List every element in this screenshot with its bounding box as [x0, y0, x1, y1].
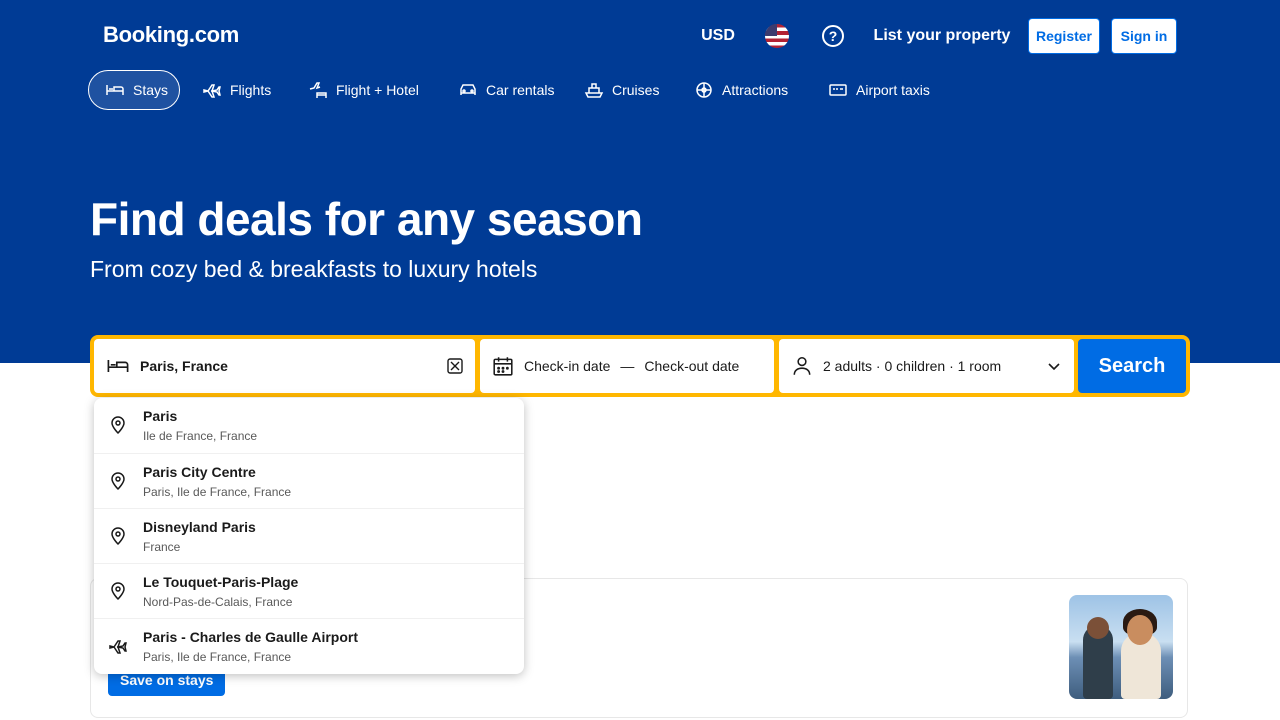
autocomplete-name: Paris City Centre — [143, 464, 256, 480]
nav-cruises[interactable]: Cruises — [568, 70, 672, 110]
register-button[interactable]: Register — [1028, 18, 1100, 54]
autocomplete-name: Disneyland Paris — [143, 519, 256, 535]
list-property-button[interactable]: List your property — [867, 12, 1017, 60]
offer-image — [1069, 595, 1173, 699]
autocomplete-region: France — [143, 540, 181, 554]
autocomplete-name: Le Touquet-Paris-Plage — [143, 574, 299, 590]
autocomplete-item[interactable]: Paris Ile de France, France — [94, 398, 524, 453]
search-bar: Paris, France Check-in date — Check-out … — [90, 335, 1190, 397]
taxi-icon — [829, 84, 847, 96]
attractions-icon — [696, 82, 712, 98]
nav-stays-label: Stays — [133, 82, 169, 98]
top-bar: Booking.com USD ? List your property Reg… — [0, 0, 1280, 72]
plane-bed-icon — [309, 82, 327, 98]
destination-field[interactable]: Paris, France — [94, 339, 475, 393]
autocomplete-region: Nord-Pas-de-Calais, France — [143, 595, 293, 609]
autocomplete-item[interactable]: Le Touquet-Paris-Plage Nord-Pas-de-Calai… — [94, 563, 524, 618]
nav-flight-hotel[interactable]: Flight + Hotel — [292, 70, 436, 110]
product-nav: Stays Flights Flight + Hotel Car rentals… — [0, 68, 1280, 112]
location-pin-icon — [104, 411, 132, 439]
bed-icon — [107, 360, 129, 372]
autocomplete-region: Paris, Ile de France, France — [143, 485, 292, 499]
autocomplete-name: Paris - Charles de Gaulle Airport — [143, 629, 358, 645]
dates-field[interactable]: Check-in date — Check-out date — [480, 339, 774, 393]
autocomplete-dropdown: Paris Ile de France, France Paris City C… — [94, 398, 524, 674]
nav-flights-label: Flights — [230, 82, 272, 98]
question-circle-icon: ? — [822, 25, 844, 47]
location-pin-icon — [104, 467, 132, 495]
nav-flight-hotel-label: Flight + Hotel — [336, 82, 419, 98]
bed-icon — [106, 85, 124, 95]
autocomplete-item[interactable]: Paris - Charles de Gaulle Airport Paris,… — [94, 618, 524, 673]
currency-button[interactable]: USD — [692, 12, 744, 60]
nav-attractions[interactable]: Attractions — [678, 70, 806, 110]
person-icon — [793, 356, 811, 375]
nav-car-rentals[interactable]: Car rentals — [442, 70, 562, 110]
nav-cruises-label: Cruises — [612, 82, 660, 98]
us-flag-icon — [765, 24, 789, 48]
nav-airport-taxis-label: Airport taxis — [856, 82, 930, 98]
nav-flights[interactable]: Flights — [186, 70, 286, 110]
autocomplete-region: Ile de France, France — [143, 429, 258, 443]
header: Booking.com USD ? List your property Reg… — [0, 0, 1280, 363]
plane-icon — [203, 84, 221, 98]
help-button[interactable]: ? — [811, 12, 855, 60]
autocomplete-item[interactable]: Disneyland Paris France — [94, 508, 524, 563]
chevron-down-icon — [1048, 363, 1060, 371]
autocomplete-item[interactable]: Paris City Centre Paris, Ile de France, … — [94, 453, 524, 508]
hero-subtitle: From cozy bed & breakfasts to luxury hot… — [90, 256, 538, 282]
sign-in-button[interactable]: Sign in — [1111, 18, 1177, 54]
car-icon — [460, 84, 476, 95]
autocomplete-region: Paris, Ile de France, France — [143, 650, 292, 664]
checkin-date[interactable]: Check-in date — [524, 358, 610, 374]
airport-icon — [104, 632, 132, 660]
location-pin-icon — [104, 577, 132, 605]
language-button[interactable] — [755, 12, 799, 60]
clear-icon[interactable] — [447, 358, 463, 374]
booking-logo[interactable]: Booking.com — [103, 22, 239, 48]
nav-stays[interactable]: Stays — [88, 70, 180, 110]
checkout-date[interactable]: Check-out date — [644, 358, 739, 374]
nav-airport-taxis[interactable]: Airport taxis — [812, 70, 946, 110]
nav-attractions-label: Attractions — [722, 82, 789, 98]
search-button[interactable]: Search — [1078, 339, 1186, 393]
destination-input[interactable]: Paris, France — [140, 358, 437, 374]
autocomplete-name: Paris — [143, 408, 178, 424]
date-separator: — — [620, 358, 635, 374]
hero-title: Find deals for any season — [90, 193, 643, 245]
calendar-icon — [493, 357, 513, 376]
guests-summary: 2 adults · 0 children · 1 room — [823, 358, 1002, 374]
ship-icon — [584, 83, 604, 98]
location-pin-icon — [104, 522, 132, 550]
guests-field[interactable]: 2 adults · 0 children · 1 room — [779, 339, 1074, 393]
nav-car-rentals-label: Car rentals — [486, 82, 555, 98]
